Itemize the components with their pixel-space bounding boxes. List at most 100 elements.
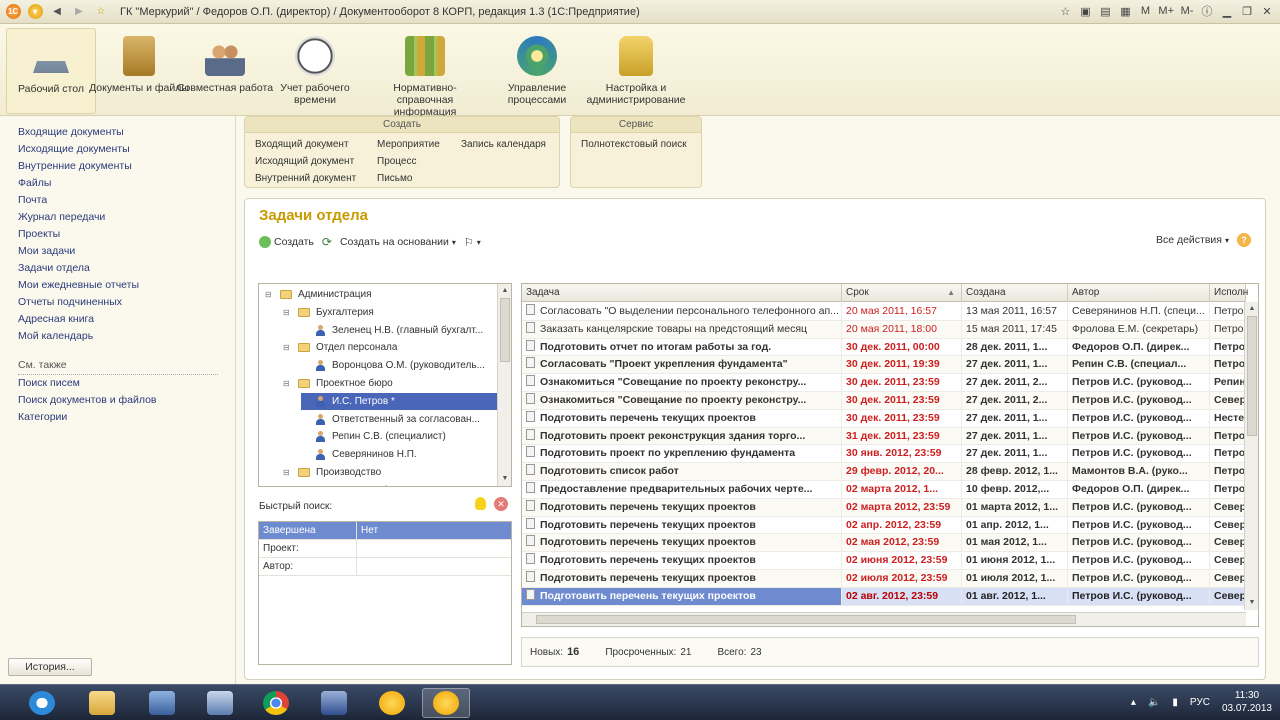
section-time-tracking[interactable]: Учет рабочего времени	[260, 28, 370, 114]
nav-link[interactable]: Поиск писем	[18, 375, 235, 392]
table-row[interactable]: Заказать канцелярские товары на предстоя…	[522, 320, 1246, 339]
column-header-due[interactable]: Срок ▲	[842, 284, 962, 302]
info-icon[interactable]: ⓘ	[1200, 3, 1214, 19]
tree-node[interactable]: Воронцова О.М. (руководитель...	[301, 357, 485, 374]
minimize-icon[interactable]: ▁	[1220, 5, 1234, 18]
scroll-down-icon[interactable]: ▼	[498, 472, 511, 486]
nav-link[interactable]: Поиск документов и файлов	[18, 392, 235, 409]
scroll-thumb[interactable]	[1247, 316, 1257, 436]
tree-scrollbar[interactable]: ▲ ▼	[497, 284, 511, 486]
scroll-thumb[interactable]	[536, 615, 1076, 624]
create-menu-item[interactable]: Письмо	[377, 170, 440, 187]
quick-search-field-value[interactable]	[357, 540, 361, 557]
nav-link[interactable]: Проекты	[18, 226, 235, 243]
table-row[interactable]: Ознакомиться "Совещание по проекту рекон…	[522, 374, 1246, 392]
tree-node[interactable]: ⊟ Отдел персонала	[283, 339, 397, 356]
clock[interactable]: 11:30 03.07.2013	[1222, 689, 1272, 715]
section-desktop[interactable]: Рабочий стол	[6, 28, 96, 114]
memory-button-m-minus[interactable]: M-	[1180, 5, 1194, 17]
clear-search-icon[interactable]: ✕	[494, 497, 508, 511]
flag-button[interactable]: ⚐ ▾	[464, 236, 481, 249]
table-row[interactable]: Подготовить перечень текущих проектов 02 …	[522, 534, 1246, 553]
nav-link[interactable]: Мои задачи	[18, 243, 235, 260]
nav-link[interactable]: Исходящие документы	[18, 141, 235, 158]
create-button[interactable]: Создать	[259, 236, 314, 248]
grid-horizontal-scrollbar[interactable]	[522, 612, 1246, 626]
refresh-button[interactable]: ⟳	[322, 235, 332, 249]
create-based-on-button[interactable]: Создать на основании ▾	[340, 236, 456, 248]
tasks-grid[interactable]: Задача Срок ▲ Создана Автор Исполн Соглас…	[521, 283, 1259, 627]
forward-arrow-icon[interactable]: ▶	[70, 4, 88, 20]
dropdown-menu-icon[interactable]: ▾	[26, 4, 44, 20]
table-row[interactable]: Предоставление предварительных рабочих ч…	[522, 480, 1246, 499]
create-menu-item[interactable]: Входящий документ	[255, 136, 356, 153]
tree-expander-icon[interactable]: ⊟	[283, 308, 292, 317]
create-menu-item[interactable]: Исходящий документ	[255, 153, 356, 170]
section-administration[interactable]: Настройка и администрирование	[584, 28, 688, 114]
department-tree[interactable]: ⊟ Администрация ⊟ Бухгалтерия Зеленец Н.В. (…	[258, 283, 512, 487]
column-header-author[interactable]: Автор	[1068, 284, 1210, 302]
scroll-up-icon[interactable]: ▲	[1245, 302, 1258, 316]
table-row[interactable]: Подготовить перечень текущих проектов 02 …	[522, 569, 1246, 588]
document-icon[interactable]: ▤	[1098, 5, 1112, 18]
star-icon[interactable]: ☆	[1058, 5, 1072, 18]
table-row[interactable]: Подготовить перечень текущих проектов 02 …	[522, 587, 1246, 606]
quick-search-field-value[interactable]: Нет	[357, 522, 378, 539]
nav-link[interactable]: Файлы	[18, 175, 235, 192]
tree-node[interactable]: ⊟ Бухгалтерия	[283, 304, 374, 321]
nav-link[interactable]: Задачи отдела	[18, 260, 235, 277]
taskbar-explorer[interactable]	[78, 688, 126, 718]
quick-search-field-value[interactable]	[357, 558, 361, 575]
memory-button-m-plus[interactable]: M+	[1158, 5, 1174, 17]
signal-icon[interactable]: ▮	[1172, 697, 1178, 708]
tree-node[interactable]: Репин С.В. (специалист)	[301, 428, 446, 445]
column-header-created[interactable]: Создана	[962, 284, 1068, 302]
history-button[interactable]: История...	[8, 658, 92, 676]
lightbulb-icon[interactable]	[475, 497, 486, 510]
taskbar-1c[interactable]	[368, 688, 416, 718]
tree-expander-icon[interactable]: ⊟	[283, 343, 292, 352]
taskbar-ie[interactable]	[18, 688, 66, 718]
nav-link[interactable]: Входящие документы	[18, 124, 235, 141]
quick-search-table[interactable]: Завершена Нет Проект: Автор:	[258, 521, 512, 665]
table-row[interactable]: Подготовить проект реконструкция здания …	[522, 427, 1246, 446]
section-process-management[interactable]: Управление процессами	[482, 28, 592, 114]
tree-node[interactable]: Отдел снабжения	[301, 482, 416, 486]
tree-node[interactable]: ⊟ Проектное бюро	[283, 375, 393, 392]
service-menu-item[interactable]: Полнотекстовый поиск	[581, 136, 687, 153]
table-row[interactable]: Согласовать "О выделении персонального т…	[522, 303, 1246, 321]
restore-icon[interactable]: ❐	[1240, 5, 1254, 18]
table-row[interactable]: Подготовить перечень текущих проектов 30 …	[522, 409, 1246, 428]
taskbar-admin-tools[interactable]	[310, 688, 358, 718]
taskbar-chrome[interactable]	[252, 688, 300, 718]
all-actions-button[interactable]: Все действия ▾	[1156, 234, 1229, 246]
scroll-thumb[interactable]	[500, 298, 510, 362]
column-header-executor[interactable]: Исполн	[1210, 284, 1248, 302]
tray-arrow-icon[interactable]: ▴	[1131, 697, 1136, 708]
tree-expander-icon[interactable]: ⊟	[283, 468, 292, 477]
create-menu-item[interactable]: Мероприятие	[377, 136, 440, 153]
favorites-star-icon[interactable]: ☆	[92, 4, 110, 20]
table-row[interactable]: Подготовить отчет по итогам работы за го…	[522, 338, 1246, 357]
quick-search-row[interactable]: Автор:	[259, 558, 511, 576]
app-menu-icon[interactable]: 1С	[4, 4, 22, 20]
scroll-up-icon[interactable]: ▲	[498, 284, 511, 298]
close-icon[interactable]: ✕	[1260, 5, 1274, 18]
help-icon[interactable]: ?	[1237, 233, 1251, 247]
nav-link[interactable]: Мои ежедневные отчеты	[18, 277, 235, 294]
table-row[interactable]: Подготовить перечень текущих проектов 02 …	[522, 552, 1246, 570]
table-row[interactable]: Подготовить список работ 29 февр. 2012, 2…	[522, 463, 1246, 481]
nav-link[interactable]: Внутренние документы	[18, 158, 235, 175]
grid-vertical-scrollbar[interactable]: ▲ ▼	[1244, 302, 1258, 610]
nav-link[interactable]: Мой календарь	[18, 328, 235, 345]
column-header-task[interactable]: Задача	[522, 284, 842, 302]
create-menu-item[interactable]: Запись календаря	[461, 136, 546, 153]
language-indicator[interactable]: РУС	[1190, 697, 1210, 708]
nav-link[interactable]: Категории	[18, 409, 235, 426]
nav-link[interactable]: Адресная книга	[18, 311, 235, 328]
tree-node[interactable]: Северянинов Н.П.	[301, 446, 417, 463]
memory-button-m[interactable]: M	[1138, 5, 1152, 17]
table-row[interactable]: Подготовить перечень текущих проектов 02 …	[522, 516, 1246, 535]
taskbar-1c-active[interactable]	[422, 688, 470, 718]
tree-node[interactable]: Зеленец Н.В. (главный бухгалт...	[301, 322, 483, 339]
